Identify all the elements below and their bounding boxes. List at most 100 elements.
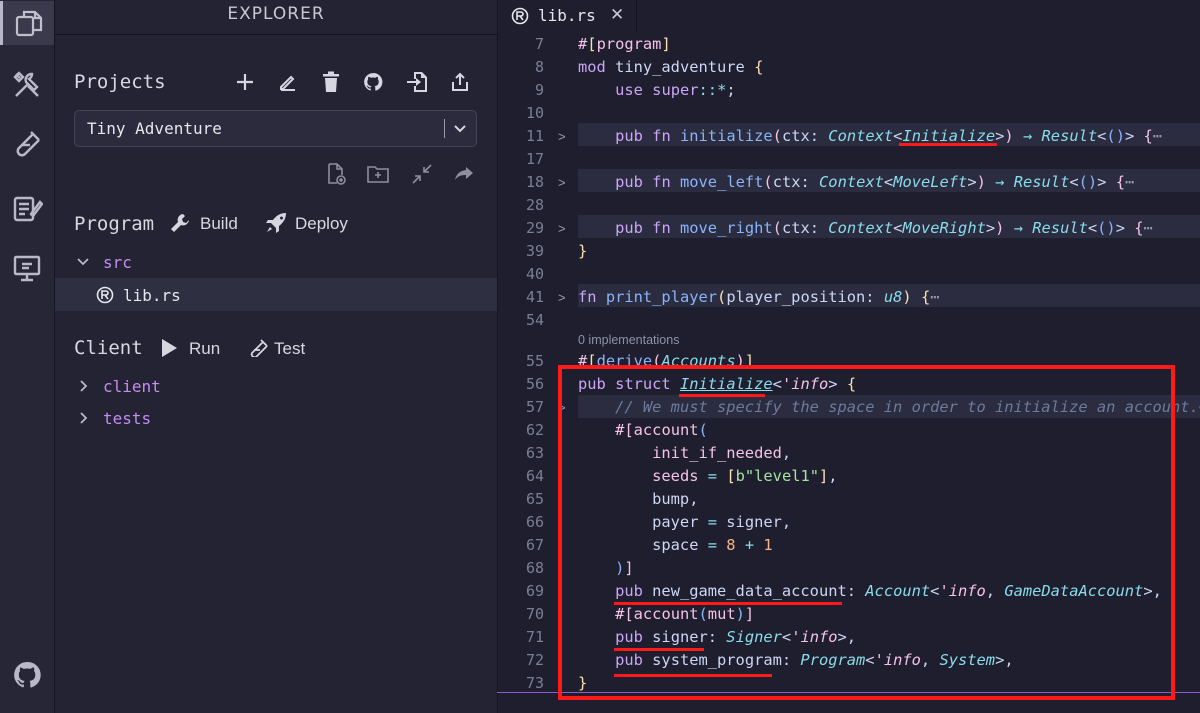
line-number: 40 — [525, 265, 544, 283]
line-number: 7 — [534, 35, 544, 53]
line-number: 41 — [525, 288, 544, 306]
line-number: 17 — [525, 150, 544, 168]
line-number: 39 — [525, 242, 544, 260]
rust-icon — [511, 7, 529, 30]
test-tube-icon[interactable] — [247, 338, 269, 358]
code-line: 18 > pub fn move_left(ctx: Context<MoveL… — [498, 171, 1200, 194]
line-number: 67 — [525, 536, 544, 554]
tree-folder-client[interactable]: client — [103, 377, 161, 396]
chevron-right-icon[interactable]: > — [558, 125, 566, 148]
code-line: 8 mod tiny_adventure { — [498, 56, 1200, 79]
line-number: 54 — [525, 311, 544, 329]
divider — [444, 119, 445, 138]
monitor-icon[interactable] — [5, 246, 49, 290]
line-number: 63 — [525, 444, 544, 462]
code-line: 41 > fn print_player(player_position: u8… — [498, 286, 1200, 309]
code-line: 17 — [498, 148, 1200, 171]
line-number: 9 — [534, 81, 544, 99]
github-icon[interactable] — [361, 70, 385, 94]
collapse-icon[interactable] — [411, 163, 433, 185]
divider — [55, 34, 497, 35]
highlight-underline — [614, 674, 772, 677]
tools-icon[interactable] — [5, 63, 49, 107]
line-number: 72 — [525, 651, 544, 669]
chevron-right-icon[interactable]: > — [558, 286, 566, 309]
line-number: 64 — [525, 467, 544, 485]
play-icon[interactable] — [159, 338, 179, 358]
line-number: 55 — [525, 352, 544, 370]
line-number: 71 — [525, 628, 544, 646]
tree-folder-tests[interactable]: tests — [103, 409, 151, 428]
import-icon[interactable] — [405, 70, 429, 94]
run-button[interactable]: Run — [189, 339, 220, 359]
highlight-underline — [614, 602, 842, 605]
close-icon[interactable]: ✕ — [610, 5, 624, 25]
new-folder-icon[interactable] — [367, 163, 389, 185]
chevron-right-icon[interactable]: > — [558, 171, 566, 194]
rename-icon[interactable] — [276, 70, 300, 94]
rocket-icon[interactable] — [264, 211, 288, 235]
project-select[interactable]: Tiny Adventure — [74, 110, 477, 147]
code-line: 10 — [498, 102, 1200, 125]
line-number: 8 — [534, 58, 544, 76]
client-label: Client — [74, 337, 143, 359]
new-file-icon[interactable] — [325, 163, 347, 185]
tab-label: lib.rs — [538, 6, 596, 25]
highlight-underline — [899, 143, 997, 146]
line-number: 29 — [525, 219, 544, 237]
activity-bar — [0, 0, 55, 713]
line-number: 68 — [525, 559, 544, 577]
tab-bar: lib.rs ✕ — [498, 0, 1200, 33]
code-line: 11 > pub fn initialize(ctx: Context<Init… — [498, 125, 1200, 148]
files-icon[interactable] — [0, 1, 54, 45]
share-icon[interactable] — [448, 70, 472, 94]
line-number: 65 — [525, 490, 544, 508]
line-number: 28 — [525, 196, 544, 214]
deploy-button[interactable]: Deploy — [295, 214, 348, 234]
chevron-right-icon[interactable] — [75, 377, 93, 395]
code-line: 40 — [498, 263, 1200, 286]
wrench-icon[interactable] — [169, 212, 191, 234]
program-label: Program — [74, 213, 155, 235]
tab-lib-rs[interactable]: lib.rs ✕ — [498, 0, 637, 33]
chevron-right-icon[interactable]: > — [558, 217, 566, 240]
line-number: 62 — [525, 421, 544, 439]
code-line: 39 } — [498, 240, 1200, 263]
code-text: pub fn initialize(ctx: Context<Initializ… — [615, 127, 1163, 145]
code-text: pub fn move_left(ctx: Context<MoveLeft>)… — [615, 173, 1135, 191]
redo-icon[interactable] — [453, 163, 475, 185]
tree-file-lib-row[interactable] — [55, 278, 497, 311]
projects-label: Projects — [74, 71, 166, 93]
code-line: 7 #[program] — [498, 33, 1200, 56]
code-text: mod tiny_adventure { — [578, 58, 764, 76]
github-icon[interactable] — [5, 653, 49, 697]
test-tube-icon[interactable] — [5, 122, 49, 166]
project-select-value: Tiny Adventure — [87, 119, 222, 138]
tree-folder-src[interactable]: src — [103, 253, 132, 272]
code-line: 54 — [498, 309, 1200, 332]
code-text: } — [578, 242, 588, 260]
tree-file-lib[interactable]: lib.rs — [123, 286, 181, 305]
code-line: 9 use super::*; — [498, 79, 1200, 102]
line-number: 56 — [525, 375, 544, 393]
highlight-underline — [614, 648, 704, 651]
line-number: 18 — [525, 173, 544, 191]
line-number: 57 — [525, 398, 544, 416]
highlight-underline — [679, 394, 765, 397]
chevron-right-icon[interactable] — [75, 409, 93, 427]
line-number: 11 — [525, 127, 544, 145]
chevron-down-icon[interactable] — [74, 253, 92, 271]
line-number: 10 — [525, 104, 544, 122]
code-line: 29 > pub fn move_right(ctx: Context<Move… — [498, 217, 1200, 240]
explorer-title: EXPLORER — [227, 4, 325, 24]
build-button[interactable]: Build — [200, 214, 238, 234]
test-button[interactable]: Test — [274, 339, 305, 359]
chevron-down-icon — [452, 120, 468, 141]
codelens-annotation[interactable]: 0 implementations — [578, 333, 679, 347]
code-text: #[program] — [578, 35, 671, 53]
notes-icon[interactable] — [5, 186, 49, 230]
line-number: 66 — [525, 513, 544, 531]
add-icon[interactable] — [233, 70, 257, 94]
trash-icon[interactable] — [319, 70, 343, 94]
code-text: pub fn move_right(ctx: Context<MoveRight… — [615, 219, 1153, 237]
